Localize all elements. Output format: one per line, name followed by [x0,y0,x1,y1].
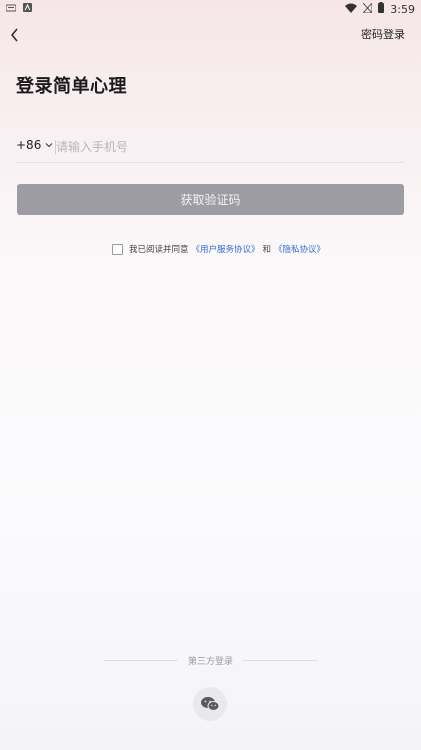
notification-icon [5,4,17,15]
back-button[interactable] [4,22,30,48]
agreement-row: 我已阅读并同意 《用户服务协议》 和 《隐私协议》 [112,243,325,255]
third-party-label: 第三方登录 [188,656,234,667]
password-login-link[interactable]: 密码登录 [361,26,405,42]
country-code-label: +86 [16,138,42,152]
agreement-conjunction: 和 [262,245,272,255]
battery-icon [378,2,385,16]
third-party-divider: 第三方登录 [104,653,318,667]
privacy-policy-link[interactable]: 《隐私协议》 [274,243,325,255]
status-time: 3:59 [390,2,415,16]
divider-line-left [104,659,178,661]
page-title: 登录简单心理 [16,76,127,97]
user-agreement-link[interactable]: 《用户服务协议》 [192,243,260,255]
signal-icon [362,1,373,16]
country-code-select[interactable]: +86 [16,138,53,152]
get-code-button[interactable]: 获取验证码 [17,184,404,215]
phone-number-input[interactable] [56,136,396,158]
wifi-icon [345,3,358,16]
wechat-icon [201,697,220,711]
agreement-checkbox[interactable] [112,243,123,255]
status-bar: 3:59 [0,0,421,18]
app-notification-icon [23,3,32,15]
wechat-login-button[interactable] [193,687,227,721]
chevron-down-icon [45,143,53,148]
phone-input-row: +86 [16,132,404,163]
agreement-prefix: 我已阅读并同意 [129,245,189,255]
divider-line-right [243,659,318,661]
chevron-left-icon [11,28,18,42]
top-nav: 密码登录 [0,22,421,48]
